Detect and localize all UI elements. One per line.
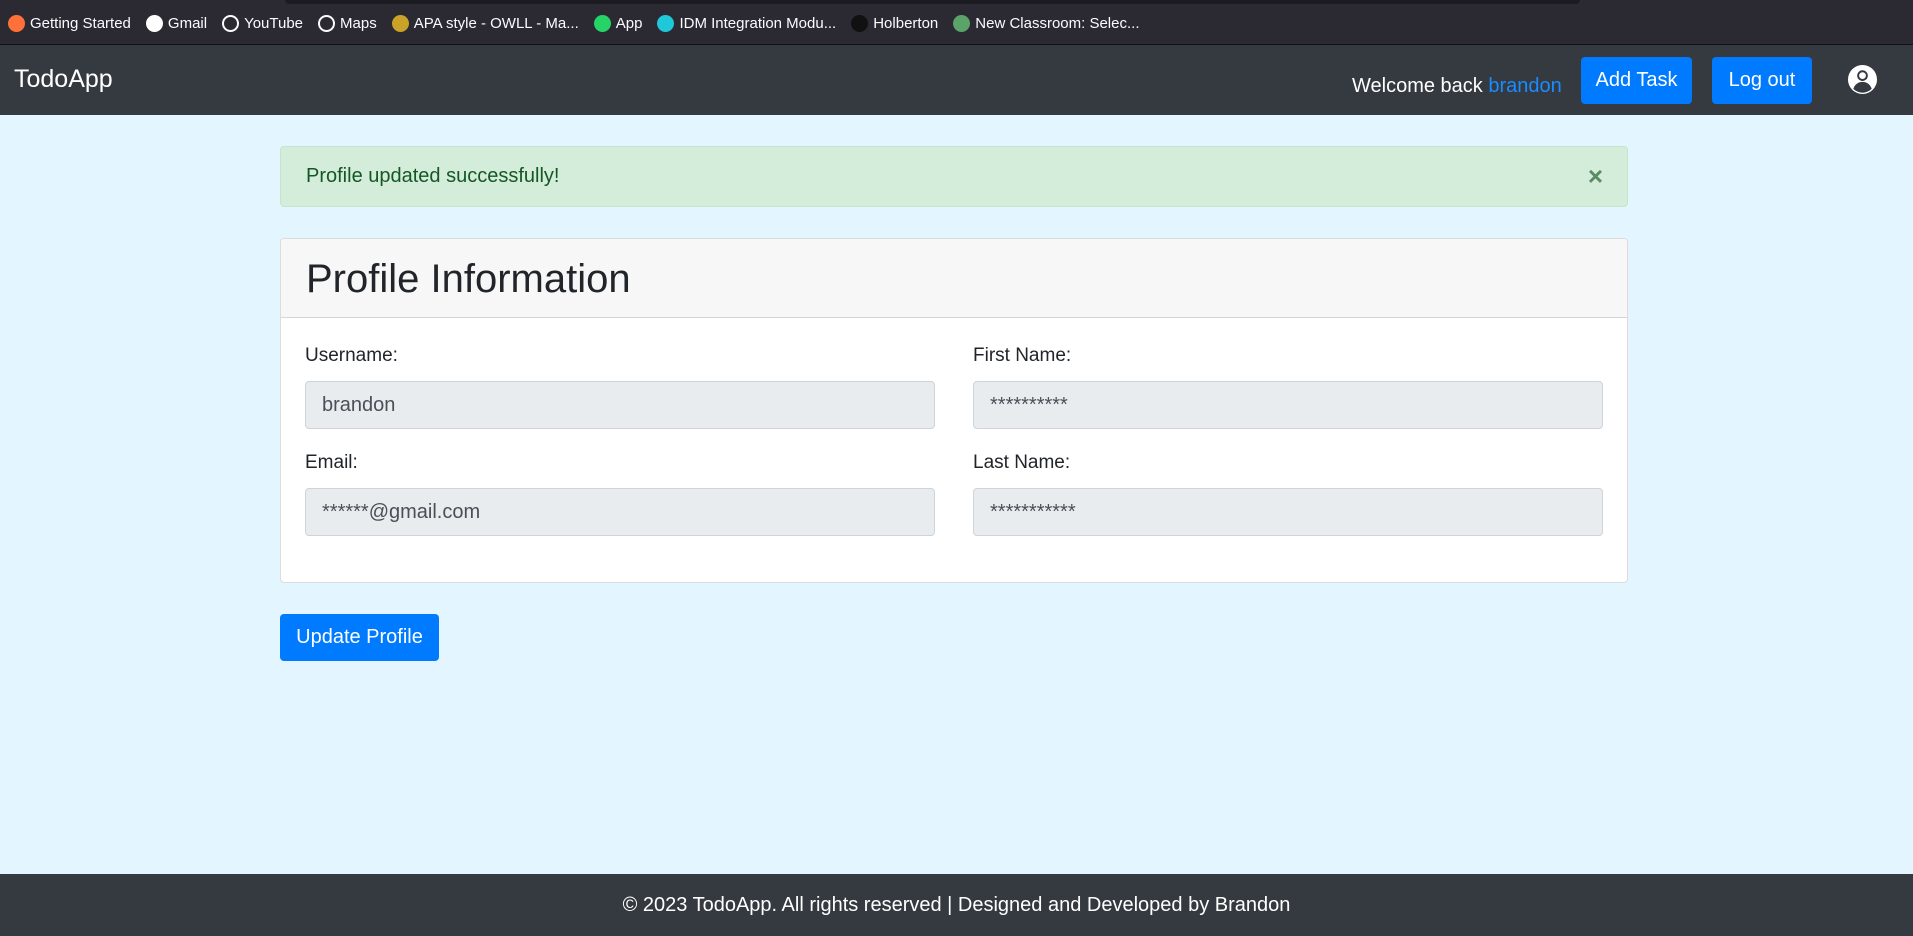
navbar: TodoApp Welcome back brandon Add Task Lo… — [0, 45, 1913, 115]
bookmark-item[interactable]: App — [593, 15, 643, 32]
last-name-field[interactable]: *********** — [973, 488, 1603, 536]
first-name-label: First Name: — [973, 345, 1072, 366]
bookmark-item[interactable]: New Classroom: Selec... — [953, 15, 1139, 32]
bookmark-label: New Classroom: Selec... — [975, 15, 1140, 32]
globe-icon — [222, 15, 240, 32]
username-link[interactable]: brandon — [1488, 75, 1561, 97]
logout-button[interactable]: Log out — [1712, 57, 1812, 104]
update-profile-button[interactable]: Update Profile — [280, 614, 439, 661]
bookmark-label: Holberton — [873, 15, 939, 32]
username-group: Username: brandon — [305, 345, 935, 429]
close-icon[interactable]: × — [1588, 161, 1603, 192]
firefox-icon — [8, 15, 25, 32]
bookmark-item[interactable]: Holberton — [851, 15, 938, 32]
first-name-group: First Name: ********** — [973, 345, 1603, 429]
username-field[interactable]: brandon — [305, 381, 935, 429]
bookmark-item[interactable]: Gmail — [145, 15, 208, 32]
profile-card: Profile Information Username: brandon Fi… — [280, 238, 1628, 583]
bookmark-label: YouTube — [244, 15, 304, 32]
success-alert: Profile updated successfully! × — [280, 146, 1628, 207]
welcome-label: Welcome back — [1352, 75, 1489, 97]
first-name-field[interactable]: ********** — [973, 381, 1603, 429]
bookmark-item[interactable]: APA style - OWLL - Ma... — [391, 15, 579, 32]
bookmark-label: Gmail — [167, 15, 208, 32]
google-icon — [145, 15, 163, 32]
idm-icon — [657, 15, 675, 32]
bookmark-label: Getting Started — [30, 15, 131, 32]
github-classroom-icon — [953, 15, 971, 32]
bookmark-label: Maps — [340, 15, 377, 32]
alert-message: Profile updated successfully! — [306, 165, 560, 187]
add-task-button[interactable]: Add Task — [1581, 57, 1692, 104]
bookmark-item[interactable]: IDM Integration Modu... — [657, 15, 836, 32]
card-header: Profile Information — [281, 239, 1627, 318]
welcome-text: Welcome back brandon — [1352, 75, 1562, 98]
email-label: Email: — [305, 452, 358, 473]
page-title: Profile Information — [306, 257, 631, 301]
email-group: Email: ******@gmail.com — [305, 452, 935, 536]
bookmarks-bar: Getting Started Gmail YouTube Maps APA style… — [0, 0, 1913, 45]
globe-icon — [318, 15, 336, 32]
footer: © 2023 TodoApp. All rights reserved | De… — [0, 874, 1913, 936]
bookmark-label: App — [615, 15, 643, 32]
tab-strip — [285, 0, 1580, 4]
user-profile-icon[interactable] — [1847, 64, 1878, 95]
last-name-group: Last Name: *********** — [973, 452, 1603, 536]
bookmark-item[interactable]: YouTube — [222, 15, 303, 32]
bookmark-label: APA style - OWLL - Ma... — [413, 15, 579, 32]
bookmark-label: IDM Integration Modu... — [679, 15, 837, 32]
github-icon — [851, 15, 869, 32]
whatsapp-icon — [593, 15, 611, 32]
bookmark-item[interactable]: Getting Started — [8, 15, 131, 32]
last-name-label: Last Name: — [973, 452, 1071, 473]
brand-link[interactable]: TodoApp — [14, 65, 113, 94]
bookmark-item[interactable]: Maps — [318, 15, 377, 32]
crest-icon — [391, 15, 409, 32]
email-field[interactable]: ******@gmail.com — [305, 488, 935, 536]
username-label: Username: — [305, 345, 398, 366]
bookmarks-list: Getting Started Gmail YouTube Maps APA style… — [8, 15, 1139, 32]
